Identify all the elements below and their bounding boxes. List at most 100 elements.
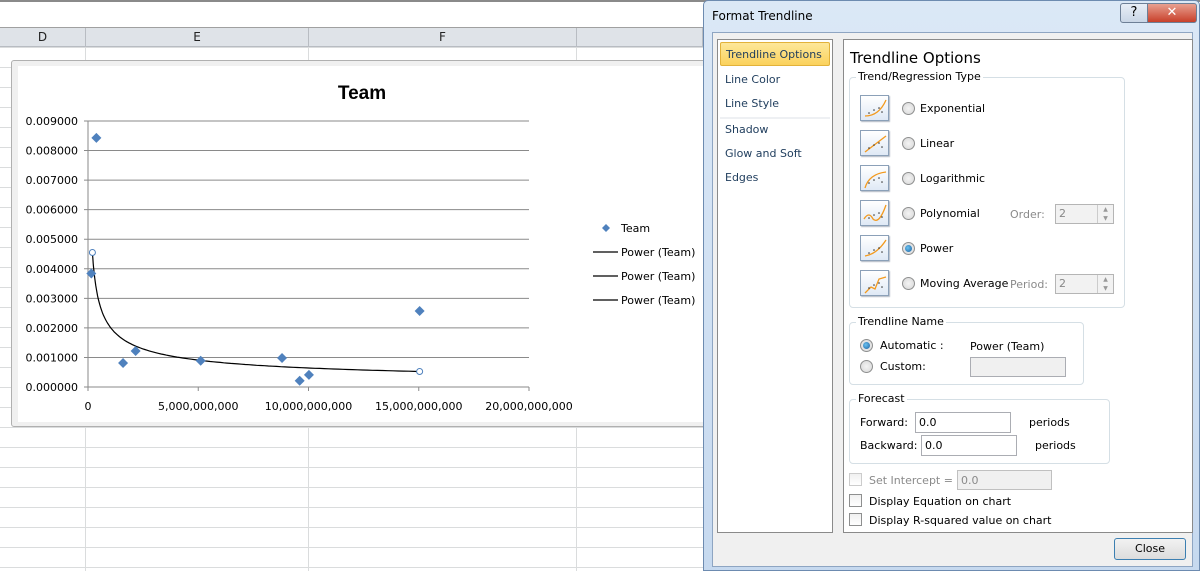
custom-name-input[interactable]	[970, 357, 1066, 377]
options-panel: Trendline Options Trend/Regression Type …	[843, 39, 1193, 533]
column-label: F	[439, 30, 446, 44]
data-point	[414, 306, 425, 317]
data-point	[303, 369, 314, 380]
group-label: Trend/Regression Type	[856, 70, 983, 83]
order-label: Order:	[1010, 208, 1045, 221]
polynomial-label: Polynomial	[920, 207, 980, 220]
scatter-chart: Team 0.000000 0.001000 0.002000 0.003000 0.0…	[26, 83, 696, 413]
column-header-f[interactable]: F	[309, 28, 577, 47]
legend-entry: Team	[620, 222, 650, 235]
forward-input[interactable]: 0.0	[915, 412, 1011, 433]
legend-entry: Power (Team)	[621, 270, 695, 283]
display-equation-checkbox[interactable]	[849, 494, 862, 507]
automatic-name-value: Power (Team)	[970, 340, 1045, 353]
power-trendline	[91, 252, 420, 373]
y-tick-label: 0.007000	[26, 174, 79, 187]
nav-line-color[interactable]: Line Color	[720, 68, 830, 92]
y-tick-label: 0.006000	[26, 204, 79, 217]
help-icon: ?	[1130, 5, 1138, 20]
custom-radio[interactable]	[860, 360, 873, 373]
forward-periods-label: periods	[1029, 416, 1070, 429]
data-point	[118, 358, 129, 369]
regression-type-group: Trend/Regression Type Exponential Linear L…	[849, 70, 1125, 308]
period-spinner[interactable]: 2 ▲ ▼	[1055, 274, 1114, 294]
nav-trendline-options[interactable]: Trendline Options	[720, 42, 830, 66]
order-value: 2	[1059, 207, 1066, 220]
moving-average-label: Moving Average	[920, 277, 1009, 290]
column-header-g[interactable]	[577, 28, 703, 47]
close-button[interactable]: Close	[1114, 538, 1186, 560]
column-label: E	[193, 30, 201, 44]
linear-radio[interactable]	[902, 137, 915, 150]
intercept-input[interactable]: 0.0	[957, 470, 1052, 490]
dialog-title: Format Trendline	[712, 9, 813, 23]
spinner-arrows-icon[interactable]: ▲ ▼	[1097, 205, 1113, 223]
group-label: Forecast	[856, 392, 907, 405]
set-intercept-label: Set Intercept =	[869, 474, 953, 487]
x-tick-label: 5,000,000,000	[158, 400, 238, 413]
chart-title: Team	[338, 83, 386, 104]
exponential-trend-icon[interactable]	[860, 95, 889, 121]
trendline-handle	[88, 249, 96, 257]
column-header-d[interactable]: D	[0, 28, 86, 47]
x-tick-label: 10,000,000,000	[265, 400, 352, 413]
help-button[interactable]: ?	[1120, 3, 1148, 23]
trendline-name-group: Trendline Name Automatic : Power (Team) …	[849, 315, 1084, 385]
trendline-handle	[416, 367, 424, 375]
group-label: Trendline Name	[856, 315, 946, 328]
moving-average-trend-icon[interactable]	[860, 270, 889, 296]
automatic-label: Automatic :	[880, 339, 944, 352]
display-r-squared-checkbox[interactable]	[849, 513, 862, 526]
y-tick-label: 0.008000	[26, 145, 79, 158]
y-tick-label: 0.009000	[26, 115, 79, 128]
exponential-label: Exponential	[920, 102, 986, 115]
x-tick-label: 15,000,000,000	[375, 400, 462, 413]
legend-entry: Power (Team)	[621, 246, 695, 259]
legend-marker-team	[602, 224, 610, 232]
forecast-group: Forecast Forward: 0.0 periods Backward: …	[849, 392, 1110, 464]
close-window-button[interactable]: ✕	[1147, 3, 1197, 23]
y-tick-label: 0.003000	[26, 292, 79, 305]
period-value: 2	[1059, 277, 1066, 290]
chart-area[interactable]: Team 0.000000 0.001000 0.002000 0.003000 0.0…	[18, 66, 708, 422]
period-label: Period:	[1010, 278, 1049, 291]
data-point	[294, 375, 305, 386]
column-label: D	[37, 30, 48, 44]
order-spinner[interactable]: 2 ▲ ▼	[1055, 204, 1114, 224]
display-r-squared-label: Display R-squared value on chart	[869, 514, 1052, 527]
nav-glow-soft-edges[interactable]: Glow and Soft Edges	[720, 142, 830, 184]
set-intercept-checkbox[interactable]	[849, 473, 862, 486]
logarithmic-trend-icon[interactable]	[860, 165, 889, 191]
data-point	[277, 353, 288, 364]
moving-average-radio[interactable]	[902, 277, 915, 290]
spinner-arrows-icon[interactable]: ▲ ▼	[1097, 275, 1113, 293]
automatic-radio[interactable]	[860, 339, 873, 352]
backward-periods-label: periods	[1035, 439, 1076, 452]
logarithmic-label: Logarithmic	[920, 172, 986, 185]
y-tick-label: 0.001000	[26, 351, 79, 364]
linear-label: Linear	[920, 137, 955, 150]
dialog-nav: Trendline Options Line Color Line Style …	[717, 39, 833, 533]
exponential-radio[interactable]	[902, 102, 915, 115]
polynomial-trend-icon[interactable]	[860, 200, 889, 226]
backward-label: Backward:	[860, 439, 918, 452]
y-tick-label: 0.005000	[26, 233, 79, 246]
power-trend-icon[interactable]	[860, 235, 889, 261]
linear-trend-icon[interactable]	[860, 130, 889, 156]
polynomial-radio[interactable]	[902, 207, 915, 220]
nav-shadow[interactable]: Shadow	[720, 118, 830, 142]
power-label: Power	[920, 242, 954, 255]
x-tick-label: 20,000,000,000	[485, 400, 572, 413]
close-icon: ✕	[1166, 5, 1178, 20]
power-radio[interactable]	[902, 242, 915, 255]
nav-line-style[interactable]: Line Style	[720, 92, 830, 116]
column-header-e[interactable]: E	[86, 28, 309, 47]
format-trendline-dialog: Format Trendline ? ✕ Trendline Options L…	[703, 0, 1200, 571]
forward-label: Forward:	[860, 416, 908, 429]
legend-entry: Power (Team)	[621, 294, 695, 307]
y-tick-label: 0.000000	[26, 381, 79, 394]
y-tick-label: 0.002000	[26, 322, 79, 335]
logarithmic-radio[interactable]	[902, 172, 915, 185]
backward-input[interactable]: 0.0	[921, 435, 1017, 456]
custom-label: Custom:	[880, 360, 926, 373]
